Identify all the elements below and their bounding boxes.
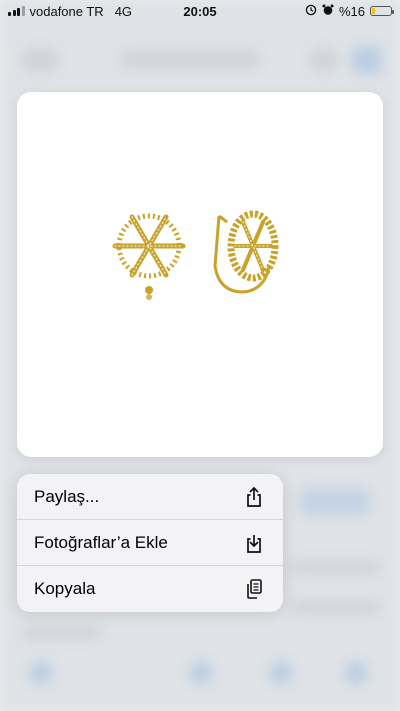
battery-icon	[370, 6, 394, 16]
clock: 20:05	[183, 3, 217, 19]
image-preview[interactable]	[17, 92, 383, 457]
carrier-name: vodafone TR	[29, 3, 104, 19]
left-earring	[112, 213, 186, 300]
save-to-photos-icon	[243, 532, 265, 554]
share-icon	[243, 486, 265, 508]
right-earring	[213, 210, 279, 294]
earrings-image	[112, 210, 279, 300]
signal-icon	[8, 6, 25, 16]
copy-icon	[243, 578, 265, 600]
battery-percent: %16	[338, 3, 365, 19]
status-bar: vodafone TR 4G 20:05 %16	[0, 0, 400, 22]
menu-item-copy[interactable]: Kopyala	[17, 566, 283, 612]
alarm-icon	[322, 4, 334, 19]
menu-item-add-to-photos[interactable]: Fotoğraflar’a Ekle	[17, 520, 283, 566]
menu-item-label: Fotoğraflar’a Ekle	[34, 532, 168, 552]
menu-item-label: Kopyala	[34, 579, 96, 598]
menu-item-label: Paylaş...	[34, 486, 100, 506]
menu-item-share[interactable]: Paylaş...	[17, 474, 283, 520]
context-menu: Paylaş... Fotoğraflar’a Ekle Kopyala	[17, 474, 283, 612]
location-icon	[305, 4, 317, 19]
network-type: 4G	[114, 3, 133, 19]
